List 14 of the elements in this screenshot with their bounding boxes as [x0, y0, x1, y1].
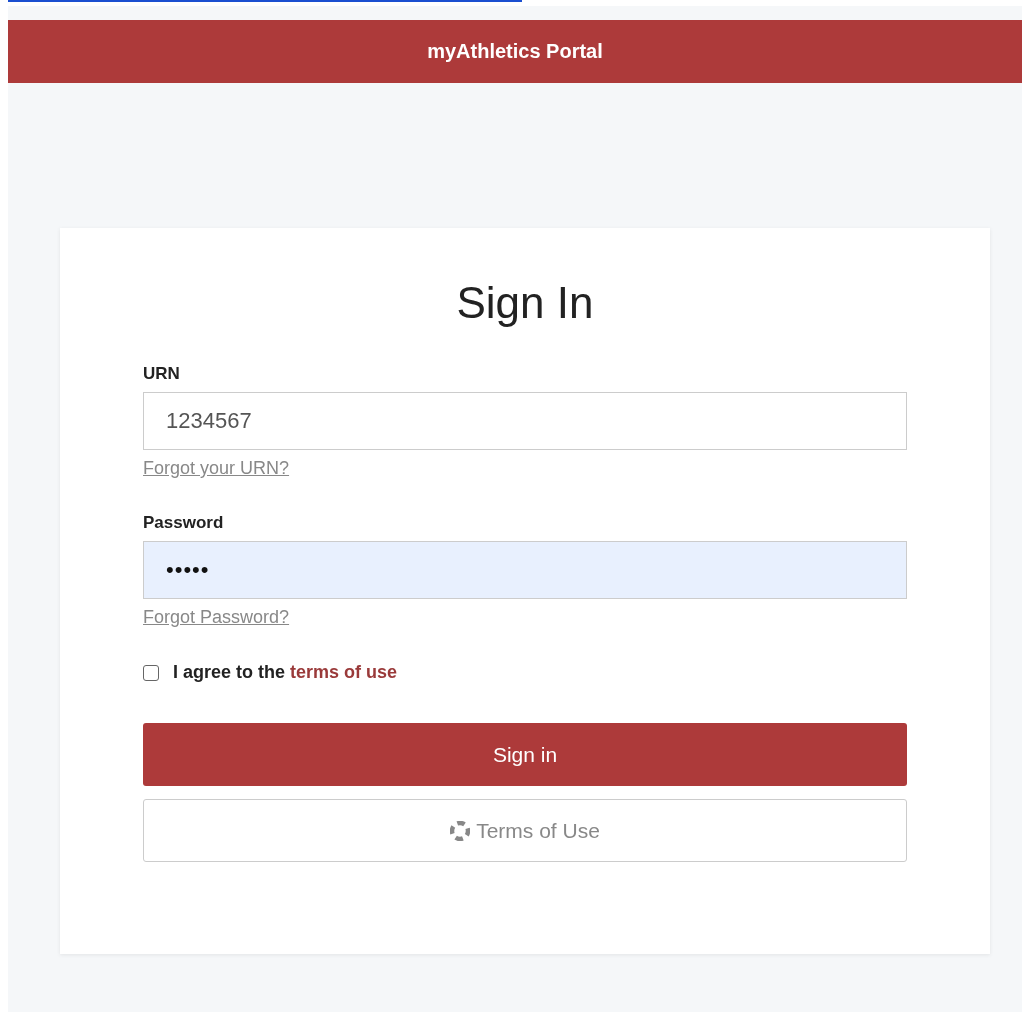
input-field[interactable]: 1234567 — [143, 392, 907, 450]
portal-title: myAthletics Portal — [427, 40, 603, 63]
terms-link[interactable]: terms of use — [290, 662, 398, 682]
form-title: Sign In — [455, 278, 595, 328]
help-link[interactable]: Forgot your URN? — [143, 458, 290, 479]
sign-in-button[interactable]: Sign in — [143, 723, 907, 786]
field-label: Password — [143, 513, 224, 533]
terms-button[interactable]: Terms of Use — [143, 799, 907, 862]
password-field[interactable]: ••••• — [143, 541, 907, 599]
agree-label: I agree to the terms of use — [173, 662, 398, 683]
field-label: URN — [143, 364, 180, 384]
help-link[interactable]: Forgot Password? — [143, 607, 290, 628]
lifebuoy-icon — [450, 820, 471, 841]
checkbox[interactable] — [143, 664, 159, 681]
